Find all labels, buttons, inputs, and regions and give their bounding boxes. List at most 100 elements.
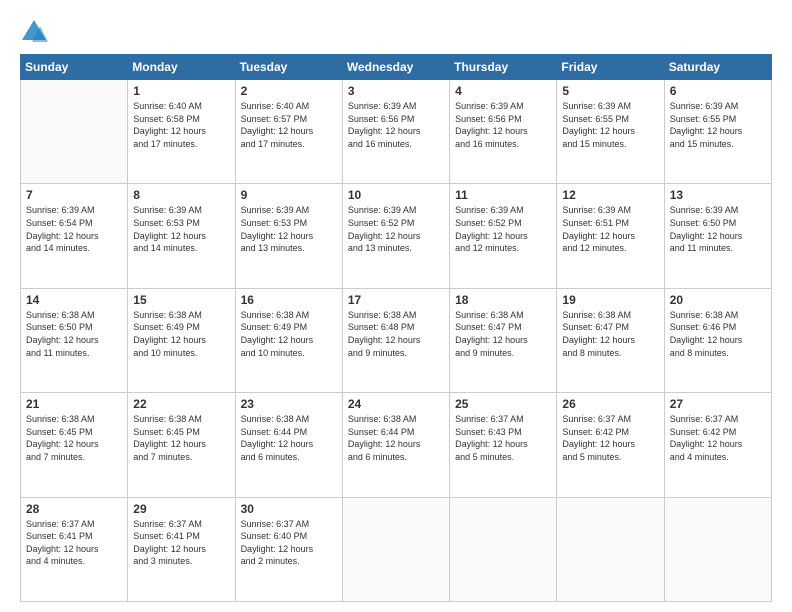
day-info: Sunrise: 6:37 AM Sunset: 6:41 PM Dayligh…	[26, 518, 122, 568]
day-number: 23	[241, 397, 337, 411]
day-number: 4	[455, 84, 551, 98]
calendar-cell: 7Sunrise: 6:39 AM Sunset: 6:54 PM Daylig…	[21, 184, 128, 288]
calendar-cell: 12 Sunrise: 6:39 AM Sunset: 6:51 PM Dayli…	[557, 184, 664, 288]
calendar-cell	[664, 497, 771, 601]
day-info: Sunrise: 6:39 AM Sunset: 6:56 PM Dayligh…	[348, 100, 444, 150]
day-info: Sunrise: 6:39 AM Sunset: 6:50 PM Dayligh…	[670, 204, 766, 254]
day-info: Sunrise: 6:39 AM Sunset: 6:55 PM Dayligh…	[562, 100, 658, 150]
calendar-week-row: 14 Sunrise: 6:38 AM Sunset: 6:50 PM Dayli…	[21, 288, 772, 392]
calendar-cell: 27Sunrise: 6:37 AM Sunset: 6:42 PM Dayli…	[664, 393, 771, 497]
calendar-cell: 28 Sunrise: 6:37 AM Sunset: 6:41 PM Dayli…	[21, 497, 128, 601]
day-number: 28	[26, 502, 122, 516]
calendar-week-row: 7Sunrise: 6:39 AM Sunset: 6:54 PM Daylig…	[21, 184, 772, 288]
calendar-cell: 25 Sunrise: 6:37 AM Sunset: 6:43 PM Dayli…	[450, 393, 557, 497]
day-info: Sunrise: 6:39 AM Sunset: 6:52 PM Dayligh…	[455, 204, 551, 254]
day-info: Sunrise: 6:38 AM Sunset: 6:50 PM Dayligh…	[26, 309, 122, 359]
page: SundayMondayTuesdayWednesdayThursdayFrid…	[0, 0, 792, 612]
calendar-cell: 2 Sunrise: 6:40 AM Sunset: 6:57 PM Daylig…	[235, 80, 342, 184]
day-number: 8	[133, 188, 229, 202]
header	[20, 18, 772, 46]
calendar-week-row: 21 Sunrise: 6:38 AM Sunset: 6:45 PM Dayli…	[21, 393, 772, 497]
calendar-cell: 3 Sunrise: 6:39 AM Sunset: 6:56 PM Daylig…	[342, 80, 449, 184]
calendar-cell: 30 Sunrise: 6:37 AM Sunset: 6:40 PM Dayli…	[235, 497, 342, 601]
weekday-monday: Monday	[128, 55, 235, 80]
day-number: 25	[455, 397, 551, 411]
calendar-table: SundayMondayTuesdayWednesdayThursdayFrid…	[20, 54, 772, 602]
day-number: 5	[562, 84, 658, 98]
weekday-tuesday: Tuesday	[235, 55, 342, 80]
logo	[20, 18, 52, 46]
calendar-cell: 15Sunrise: 6:38 AM Sunset: 6:49 PM Dayli…	[128, 288, 235, 392]
day-number: 13	[670, 188, 766, 202]
calendar-cell: 5 Sunrise: 6:39 AM Sunset: 6:55 PM Daylig…	[557, 80, 664, 184]
day-info: Sunrise: 6:38 AM Sunset: 6:44 PM Dayligh…	[348, 413, 444, 463]
day-number: 14	[26, 293, 122, 307]
calendar-cell: 22 Sunrise: 6:38 AM Sunset: 6:45 PM Dayli…	[128, 393, 235, 497]
day-number: 12	[562, 188, 658, 202]
day-info: Sunrise: 6:39 AM Sunset: 6:52 PM Dayligh…	[348, 204, 444, 254]
calendar-cell	[557, 497, 664, 601]
calendar-cell: 17Sunrise: 6:38 AM Sunset: 6:48 PM Dayli…	[342, 288, 449, 392]
day-number: 19	[562, 293, 658, 307]
day-info: Sunrise: 6:38 AM Sunset: 6:47 PM Dayligh…	[562, 309, 658, 359]
day-info: Sunrise: 6:39 AM Sunset: 6:51 PM Dayligh…	[562, 204, 658, 254]
weekday-sunday: Sunday	[21, 55, 128, 80]
day-info: Sunrise: 6:38 AM Sunset: 6:48 PM Dayligh…	[348, 309, 444, 359]
day-info: Sunrise: 6:39 AM Sunset: 6:53 PM Dayligh…	[133, 204, 229, 254]
day-info: Sunrise: 6:37 AM Sunset: 6:42 PM Dayligh…	[670, 413, 766, 463]
day-number: 15	[133, 293, 229, 307]
calendar-cell: 10 Sunrise: 6:39 AM Sunset: 6:52 PM Dayli…	[342, 184, 449, 288]
calendar-cell: 24 Sunrise: 6:38 AM Sunset: 6:44 PM Dayli…	[342, 393, 449, 497]
calendar-week-row: 28 Sunrise: 6:37 AM Sunset: 6:41 PM Dayli…	[21, 497, 772, 601]
day-info: Sunrise: 6:38 AM Sunset: 6:45 PM Dayligh…	[26, 413, 122, 463]
calendar-cell	[342, 497, 449, 601]
day-info: Sunrise: 6:39 AM Sunset: 6:56 PM Dayligh…	[455, 100, 551, 150]
calendar-cell: 19 Sunrise: 6:38 AM Sunset: 6:47 PM Dayli…	[557, 288, 664, 392]
calendar-cell: 29 Sunrise: 6:37 AM Sunset: 6:41 PM Dayli…	[128, 497, 235, 601]
day-info: Sunrise: 6:37 AM Sunset: 6:41 PM Dayligh…	[133, 518, 229, 568]
day-info: Sunrise: 6:38 AM Sunset: 6:44 PM Dayligh…	[241, 413, 337, 463]
calendar-cell	[21, 80, 128, 184]
weekday-saturday: Saturday	[664, 55, 771, 80]
day-number: 10	[348, 188, 444, 202]
day-number: 16	[241, 293, 337, 307]
calendar-cell: 6 Sunrise: 6:39 AM Sunset: 6:55 PM Daylig…	[664, 80, 771, 184]
weekday-friday: Friday	[557, 55, 664, 80]
calendar-cell: 1Sunrise: 6:40 AM Sunset: 6:58 PM Daylig…	[128, 80, 235, 184]
calendar-cell: 9 Sunrise: 6:39 AM Sunset: 6:53 PM Daylig…	[235, 184, 342, 288]
weekday-wednesday: Wednesday	[342, 55, 449, 80]
day-info: Sunrise: 6:38 AM Sunset: 6:46 PM Dayligh…	[670, 309, 766, 359]
day-info: Sunrise: 6:38 AM Sunset: 6:49 PM Dayligh…	[241, 309, 337, 359]
day-number: 3	[348, 84, 444, 98]
calendar-cell: 18 Sunrise: 6:38 AM Sunset: 6:47 PM Dayli…	[450, 288, 557, 392]
day-number: 20	[670, 293, 766, 307]
calendar-cell	[450, 497, 557, 601]
day-number: 6	[670, 84, 766, 98]
day-number: 11	[455, 188, 551, 202]
day-number: 24	[348, 397, 444, 411]
day-info: Sunrise: 6:37 AM Sunset: 6:42 PM Dayligh…	[562, 413, 658, 463]
day-info: Sunrise: 6:40 AM Sunset: 6:57 PM Dayligh…	[241, 100, 337, 150]
day-number: 29	[133, 502, 229, 516]
calendar-cell: 11 Sunrise: 6:39 AM Sunset: 6:52 PM Dayli…	[450, 184, 557, 288]
day-number: 21	[26, 397, 122, 411]
day-number: 2	[241, 84, 337, 98]
day-info: Sunrise: 6:39 AM Sunset: 6:55 PM Dayligh…	[670, 100, 766, 150]
day-number: 30	[241, 502, 337, 516]
day-number: 26	[562, 397, 658, 411]
day-info: Sunrise: 6:38 AM Sunset: 6:47 PM Dayligh…	[455, 309, 551, 359]
weekday-header-row: SundayMondayTuesdayWednesdayThursdayFrid…	[21, 55, 772, 80]
day-info: Sunrise: 6:37 AM Sunset: 6:40 PM Dayligh…	[241, 518, 337, 568]
calendar-cell: 8 Sunrise: 6:39 AM Sunset: 6:53 PM Daylig…	[128, 184, 235, 288]
day-info: Sunrise: 6:38 AM Sunset: 6:45 PM Dayligh…	[133, 413, 229, 463]
calendar-cell: 16 Sunrise: 6:38 AM Sunset: 6:49 PM Dayli…	[235, 288, 342, 392]
day-number: 9	[241, 188, 337, 202]
day-info: Sunrise: 6:39 AM Sunset: 6:53 PM Dayligh…	[241, 204, 337, 254]
calendar-cell: 23 Sunrise: 6:38 AM Sunset: 6:44 PM Dayli…	[235, 393, 342, 497]
calendar-cell: 21 Sunrise: 6:38 AM Sunset: 6:45 PM Dayli…	[21, 393, 128, 497]
day-number: 18	[455, 293, 551, 307]
calendar-cell: 26 Sunrise: 6:37 AM Sunset: 6:42 PM Dayli…	[557, 393, 664, 497]
calendar-cell: 4 Sunrise: 6:39 AM Sunset: 6:56 PM Daylig…	[450, 80, 557, 184]
day-number: 22	[133, 397, 229, 411]
day-info: Sunrise: 6:37 AM Sunset: 6:43 PM Dayligh…	[455, 413, 551, 463]
